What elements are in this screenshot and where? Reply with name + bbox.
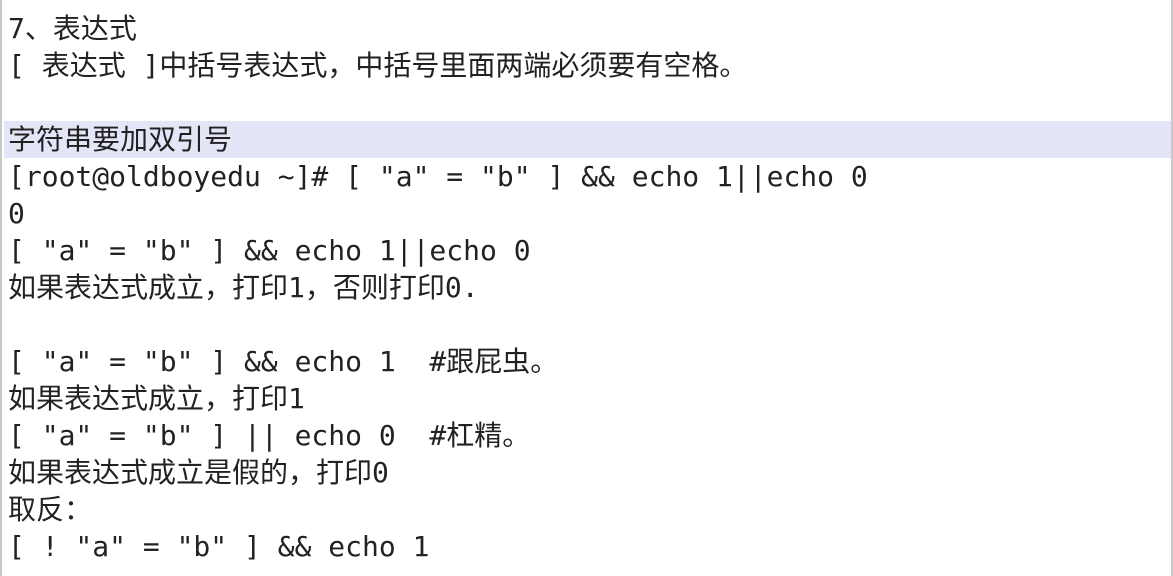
section-heading: 7、表达式: [8, 12, 137, 45]
text-line: 如果表达式成立，打印1，否则打印0.: [8, 271, 479, 304]
output-line: 0: [8, 197, 25, 230]
document-page: 7、表达式 [ 表达式 ]中括号表达式，中括号里面两端必须要有空格。 字符串要加…: [0, 0, 1173, 576]
text-line: [ 表达式 ]中括号表达式，中括号里面两端必须要有空格。: [8, 49, 748, 82]
document-body: 7、表达式 [ 表达式 ]中括号表达式，中括号里面两端必须要有空格。 字符串要加…: [4, 0, 1171, 565]
command-line: [root@oldboyedu ~]# [ "a" = "b" ] && ech…: [8, 160, 868, 193]
command-line: [ "a" = "b" ] || echo 0 #杠精。: [8, 419, 531, 452]
highlighted-line[interactable]: 字符串要加双引号: [4, 121, 1171, 158]
command-line: [ "a" = "b" ] && echo 1 #跟屁虫。: [8, 345, 559, 378]
text-line: 取反：: [8, 493, 93, 526]
command-line: [ "a" = "b" ] && echo 1||echo 0: [8, 234, 531, 267]
command-line: [ ! "a" = "b" ] && echo 1: [8, 530, 430, 563]
text-line: 如果表达式成立是假的，打印0: [8, 456, 389, 489]
text-line: 如果表达式成立，打印1: [8, 382, 305, 415]
